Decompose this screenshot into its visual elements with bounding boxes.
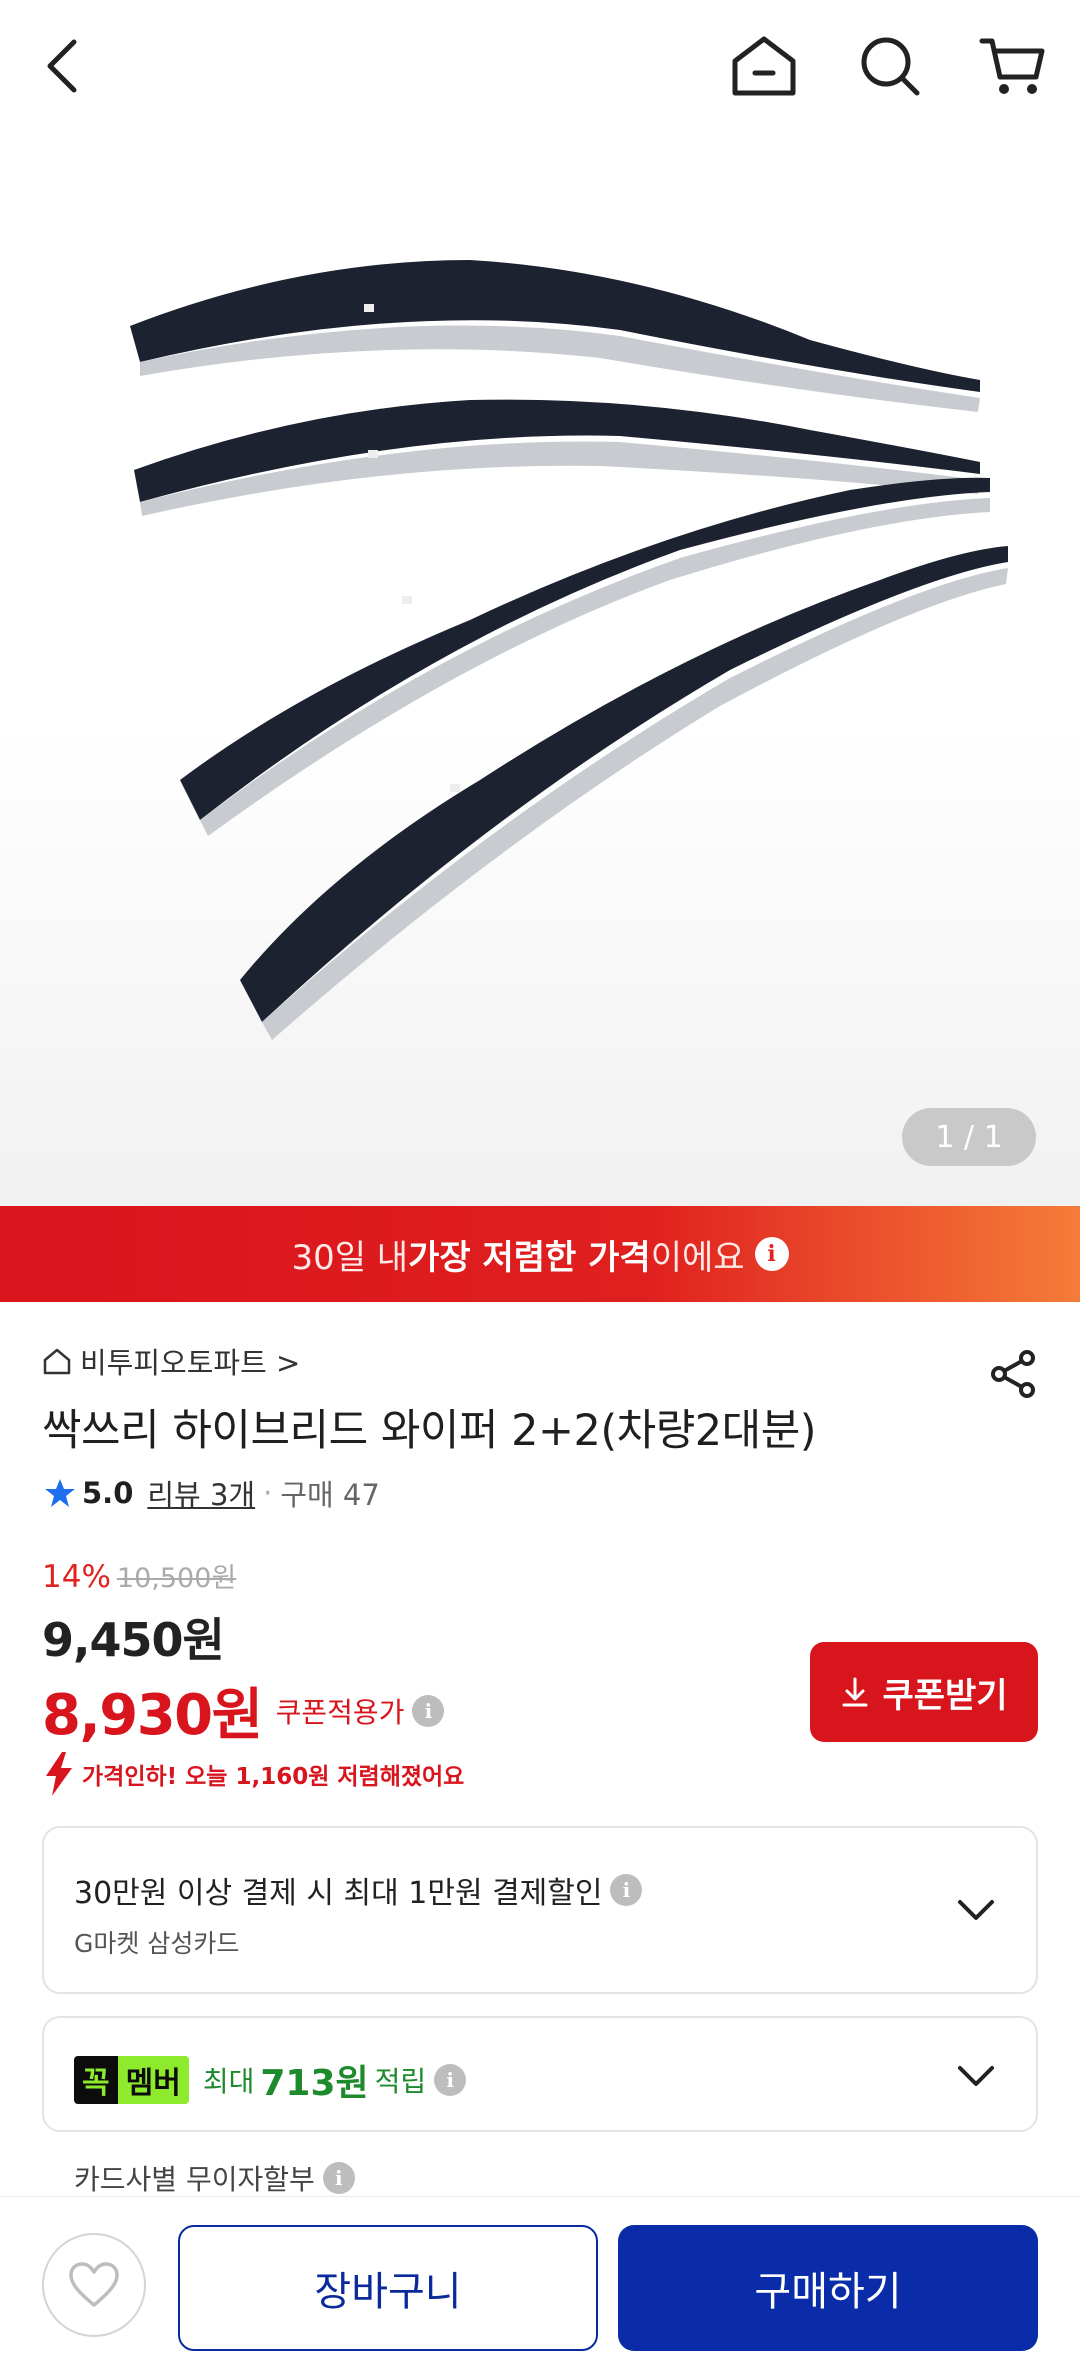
product-title: 싹쓰리 하이브리드 와이퍼 2+2(차량2대분) [42,1406,817,1456]
membership-info-icon[interactable]: i [434,2064,467,2096]
review-link[interactable]: 리뷰 3개 [147,1472,255,1514]
membership-reward-card[interactable]: 꼭 멤버 최대 713원 적립 i [42,2016,1038,2132]
banner-prefix: 30일 내 [291,1237,409,1278]
lowest-price-banner: 30일 내 가장 저렴한 가격 이에요 i [0,1206,1080,1302]
original-price: 10,500원 [116,1563,237,1594]
search-button[interactable] [848,24,932,108]
discount-row: 14% 10,500원 [42,1556,236,1595]
coupon-button-label: 쿠폰받기 [882,1675,1008,1716]
membership-amount: 713원 [260,2063,369,2104]
chevron-down-icon[interactable] [956,1890,996,1930]
payment-discount-row: 30만원 이상 결제 시 최대 1만원 결제할인 i [74,1868,643,1912]
cart-button[interactable] [970,24,1054,108]
product-image-gallery[interactable]: 1 / 1 [0,130,1080,1206]
banner-suffix: 이에요 [650,1237,745,1278]
coupon-price-label: 쿠폰적용가 [275,1695,405,1729]
store-name: 비투피오토파트 > [80,1346,301,1380]
image-counter: 1 / 1 [902,1108,1036,1166]
wiper-blade-1 [130,260,980,412]
rating-score: 5.0 [82,1476,134,1510]
home-icon [732,36,796,96]
membership-badge-left: 꼭 [74,2056,118,2104]
discount-rate: 14% [42,1559,111,1595]
coupon-price: 8,930원 [42,1683,263,1748]
heart-icon [69,2262,119,2307]
installment-info-icon[interactable]: i [322,2162,355,2194]
banner-highlight: 가장 저렴한 가격 [408,1237,651,1278]
buy-now-button[interactable]: 구매하기 [618,2225,1038,2351]
search-icon [861,37,920,96]
share-icon [991,1350,1035,1398]
chevron-left-icon [47,39,77,93]
store-home-icon [43,1348,71,1375]
coupon-info-icon[interactable]: i [412,1694,445,1727]
download-icon [842,1677,868,1707]
price-drop-notice: 가격인하! 오늘 1,160원 저렴해졌어요 [42,1752,464,1796]
price-drop-text: 가격인하! 오늘 1,160원 저렴해졌어요 [82,1764,465,1790]
wishlist-button[interactable] [42,2233,146,2337]
membership-suffix: 적립 [374,2065,427,2098]
rating-row: 5.0 리뷰 3개 · 구매 47 [44,1472,380,1514]
installment-label: 카드사별 무이자할부 [74,2163,315,2196]
coupon-price-row: 8,930원 쿠폰적용가 i [42,1670,445,1751]
cart-icon [979,38,1045,94]
separator-dot: · [263,1476,273,1510]
coupon-download-button[interactable]: 쿠폰받기 [810,1642,1038,1742]
top-navigation-bar [0,0,1080,130]
product-image [130,260,1008,1040]
store-link[interactable]: 비투피오토파트 > [42,1340,300,1382]
wiper-blade-4 [240,546,1008,1040]
lightning-icon [46,1752,72,1796]
star-icon [45,1479,75,1507]
home-button[interactable] [722,24,806,108]
bottom-action-bar: 장바구니 구매하기 [0,2196,1080,2373]
payment-info-icon[interactable]: i [610,1874,643,1906]
payment-discount-card[interactable]: 30만원 이상 결제 시 최대 1만원 결제할인 i G마켓 삼성카드 [42,1826,1038,1994]
sale-price: 9,450원 [42,1613,225,1667]
installment-info[interactable]: 카드사별 무이자할부 i [74,2158,355,2198]
payment-discount-title: 30만원 이상 결제 시 최대 1만원 결제할인 [74,1876,603,1911]
membership-prefix: 최대 [202,2065,255,2098]
back-button[interactable] [20,24,104,108]
membership-badge-right: 멤버 [117,2056,189,2104]
info-icon[interactable]: i [754,1237,789,1271]
card-name: G마켓 삼성카드 [74,1929,240,1958]
share-button[interactable] [984,1344,1044,1404]
membership-row: 꼭 멤버 최대 713원 적립 i [74,2054,467,2106]
chevron-down-icon[interactable] [956,2056,996,2096]
add-to-cart-button[interactable]: 장바구니 [178,2225,598,2351]
purchase-count: 구매 47 [280,1478,380,1512]
